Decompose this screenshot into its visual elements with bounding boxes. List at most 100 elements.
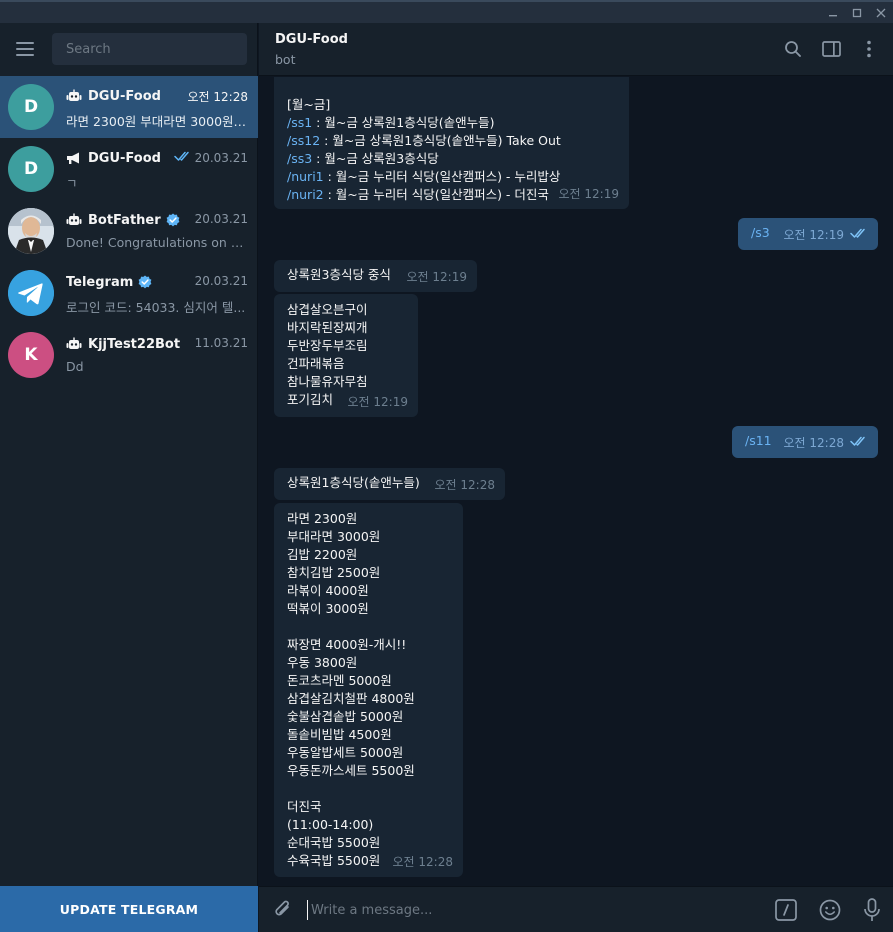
message-text: 부대라면 3000원 [287, 529, 381, 544]
chat-panel: DGU-Food bot [월~금] /ss1 : 월~금 상록원1층식당(솥앤누… [259, 23, 893, 932]
bot-command-link[interactable]: /s3 [751, 225, 770, 240]
message-text: 포기김치 [287, 392, 334, 407]
message-line: 상록원1층식당(솥앤누들) [287, 474, 420, 492]
message-time: 오전 12:28 [434, 478, 495, 492]
message-text: 우동 3800원 [287, 655, 358, 670]
emoji-icon[interactable] [819, 899, 841, 925]
incoming-message[interactable]: 상록원1층식당(솥앤누들) 오전 12:28 [274, 468, 505, 500]
chat-item-botfather[interactable]: BotFather 20.03.21 Done! Congratulations o… [0, 200, 258, 262]
header-actions [783, 38, 879, 60]
message-line: 부대라면 3000원 [287, 528, 450, 546]
more-options-icon[interactable] [859, 38, 879, 60]
message-text: : 월~금 상록원3층식당 [312, 151, 439, 166]
message-line: 라면 2300원 [287, 510, 450, 528]
chat-time-wrap: 11.03.21 [195, 336, 248, 350]
message-text: 참치김밥 2500원 [287, 565, 381, 580]
message-line: [월~금] [287, 96, 616, 114]
message-meta: 오전 12:19 [559, 185, 619, 203]
message-line: /s11 [745, 432, 772, 450]
sidebar-header [0, 23, 258, 76]
message-text: 삼겹살김치철판 4800원 [287, 691, 415, 706]
bot-command-link[interactable]: /nuri1 [287, 169, 324, 184]
chat-name: BotFather [88, 212, 161, 228]
message-text: 참나물유자무침 [287, 374, 368, 389]
message-text: 더진국 [287, 799, 322, 814]
message-line: 우동알밥세트 5000원 [287, 744, 450, 762]
verified-badge-icon [138, 275, 152, 289]
message-line: /ss12 : 월~금 상록원1층식당(솥앤누들) Take Out [287, 132, 616, 150]
chat-item-telegram[interactable]: Telegram 20.03.21 로그인 코드: 54033. 심지어 텔... [0, 262, 258, 324]
message-text: 라볶이 4000원 [287, 583, 369, 598]
close-icon[interactable] [869, 2, 893, 23]
message-text: 우동돈까스세트 5500원 [287, 763, 415, 778]
search-icon[interactable] [783, 38, 803, 60]
composer-actions [775, 898, 881, 926]
microphone-icon[interactable] [863, 898, 881, 926]
avatar: D [8, 84, 54, 130]
bot-command-link[interactable]: /ss1 [287, 115, 312, 130]
channel-icon [66, 151, 82, 165]
message-line: 참치김밥 2500원 [287, 564, 450, 582]
message-text: : 월~금 누리터 식당(일산캠퍼스) - 누리밥상 [323, 169, 561, 184]
outgoing-message[interactable]: /s3 오전 12:19 [738, 218, 878, 250]
hamburger-menu-icon[interactable] [16, 42, 34, 56]
update-telegram-button[interactable]: UPDATE TELEGRAM [0, 886, 258, 932]
message-line: 바지락된장찌개 [287, 319, 405, 337]
message-line: 떡볶이 3000원 [287, 600, 450, 618]
message-meta: 오전 12:19 [784, 226, 868, 244]
chat-time: 20.03.21 [194, 150, 248, 165]
message-input[interactable] [307, 900, 747, 920]
minimize-icon[interactable] [821, 2, 845, 23]
message-line: 삼겹살오븐구이 [287, 301, 405, 319]
message-composer [259, 886, 893, 932]
search-input[interactable] [66, 41, 233, 57]
message-text: 상록원1층식당(솥앤누들) [287, 475, 420, 490]
chat-subtitle: bot [275, 52, 296, 67]
chat-item-dgu-food[interactable]: D DGU-Food 오전 12:28 라면 2300원 부대라면 3000원 ... [0, 76, 258, 138]
chat-header: DGU-Food bot [259, 23, 893, 76]
bot-command-link[interactable]: /s11 [745, 433, 772, 448]
message-meta: 오전 12:28 [784, 434, 868, 452]
bot-command-link[interactable]: /nuri2 [287, 187, 324, 202]
chat-time-wrap: 20.03.21 [173, 150, 248, 165]
message-text: 돌솥비빔밥 4500원 [287, 727, 392, 742]
incoming-message[interactable]: 삼겹살오븐구이 바지락된장찌개 두반장두부조림 건파래볶음 참나물유자무침 포기김치 오전 … [274, 294, 418, 417]
message-text: 바지락된장찌개 [287, 320, 368, 335]
chat-title[interactable]: DGU-Food [275, 32, 348, 47]
attach-icon[interactable] [273, 899, 293, 925]
avatar [8, 270, 54, 316]
chat-preview: 라면 2300원 부대라면 3000원 ... [66, 114, 248, 129]
avatar: D [8, 146, 54, 192]
chat-time: 20.03.21 [194, 212, 248, 226]
incoming-message[interactable]: 상록원3층식당 중식 오전 12:19 [274, 260, 477, 292]
incoming-message[interactable]: [월~금]/ss1 : 월~금 상록원1층식당(솥앤누들)/ss12 : 월~금… [274, 77, 629, 209]
double-check-icon [173, 150, 192, 165]
message-line: /ss3 : 월~금 상록원3층식당 [287, 150, 616, 168]
message-text: 우동알밥세트 5000원 [287, 745, 404, 760]
chat-list: D DGU-Food 오전 12:28 라면 2300원 부대라면 3000원 ...… [0, 76, 258, 386]
message-line: 돈코츠라멘 5000원 [287, 672, 450, 690]
message-line: 참나물유자무침 [287, 373, 405, 391]
message-text: 수육국밥 5500원 [287, 853, 381, 868]
message-text: 순대국밥 5500원 [287, 835, 381, 850]
sidebar: D DGU-Food 오전 12:28 라면 2300원 부대라면 3000원 ...… [0, 23, 258, 932]
outgoing-message[interactable]: /s11 오전 12:28 [732, 426, 878, 458]
message-text: (11:00-14:00) [287, 817, 374, 832]
maximize-icon[interactable] [845, 2, 869, 23]
incoming-message[interactable]: 라면 2300원 부대라면 3000원 김밥 2200원 참치김밥 2500원 라볶이 … [274, 503, 463, 877]
sidebar-toggle-icon[interactable] [821, 38, 841, 60]
message-text: 숯불삼겹솥밥 5000원 [287, 709, 404, 724]
bot-command-link[interactable]: /ss12 [287, 133, 320, 148]
double-check-icon [850, 226, 868, 244]
message-time: 오전 12:19 [783, 228, 844, 242]
bot-commands-icon[interactable] [775, 899, 797, 925]
bot-command-link[interactable]: /ss3 [287, 151, 312, 166]
titlebar-accent-line [0, 0, 893, 2]
search-box[interactable] [52, 33, 247, 65]
message-line [287, 78, 616, 96]
message-line: 돌솥비빔밥 4500원 [287, 726, 450, 744]
message-history[interactable]: [월~금]/ss1 : 월~금 상록원1층식당(솥앤누들)/ss12 : 월~금… [259, 77, 893, 886]
message-line [287, 780, 450, 798]
chat-item-kjjtest22bot[interactable]: K KjjTest22Bot 11.03.21 Dd [0, 324, 258, 386]
chat-item-dgu-food[interactable]: D DGU-Food 20.03.21 ㄱ [0, 138, 258, 200]
